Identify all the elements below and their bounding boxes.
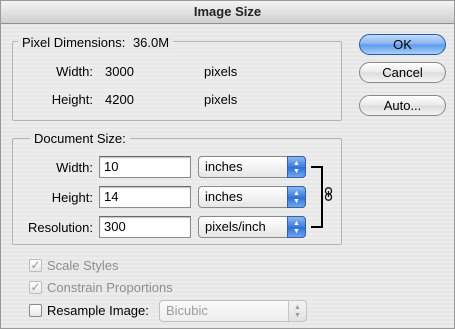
pixel-dimensions-value: 36.0M [132,35,170,50]
updown-arrows-icon: ▲ ▼ [288,300,307,322]
doc-width-unit-value: inches [205,159,243,174]
proportion-bracket [311,166,323,228]
scale-styles-checkbox[interactable]: ✓ [29,259,42,272]
updown-arrows-icon: ▲ ▼ [287,156,306,178]
constrain-proportions-label: Constrain Proportions [47,280,173,295]
auto-button[interactable]: Auto... [359,95,446,116]
pixel-dimensions-legend: Pixel Dimensions: 36.0M [18,35,174,50]
doc-height-unit-value: inches [205,189,243,204]
pixel-height-unit: pixels [204,92,238,107]
resample-image-checkbox[interactable] [29,304,42,317]
doc-width-input[interactable]: 10 [99,156,191,178]
updown-arrows-icon: ▲ ▼ [287,216,306,238]
resample-method-value: Bicubic [166,303,208,318]
image-size-dialog: Image Size Pixel Dimensions: 36.0M Width… [0,0,455,329]
resolution-unit-value: pixels/inch [205,219,266,234]
updown-arrows-icon: ▲ ▼ [287,186,306,208]
resolution-label: Resolution: [27,220,93,235]
window-title: Image Size [1,1,454,24]
ok-button[interactable]: OK [359,34,446,55]
chain-link-icon [324,187,333,201]
pixel-height-label: Height: [51,92,93,107]
constrain-proportions-checkbox[interactable]: ✓ [29,281,42,294]
doc-height-input[interactable]: 14 [99,186,191,208]
doc-height-label: Height: [51,190,93,205]
scale-styles-label: Scale Styles [47,258,119,273]
resolution-unit-select[interactable]: pixels/inch ▲ ▼ [198,216,306,238]
resample-image-label: Resample Image: [47,303,149,318]
doc-height-unit-select[interactable]: inches ▲ ▼ [198,186,306,208]
doc-width-label: Width: [56,160,93,175]
document-size-legend: Document Size: [30,131,130,146]
pixel-dimensions-label: Pixel Dimensions: [22,35,126,50]
pixel-width-label: Width: [56,64,93,79]
resample-method-select[interactable]: Bicubic ▲ ▼ [159,300,307,322]
pixel-height-value: 4200 [105,92,134,107]
cancel-button[interactable]: Cancel [359,62,446,83]
resolution-input[interactable]: 300 [99,216,191,238]
pixel-width-unit: pixels [204,64,238,79]
doc-width-unit-select[interactable]: inches ▲ ▼ [198,156,306,178]
pixel-width-value: 3000 [105,64,134,79]
pixel-dimensions-group [12,41,342,121]
